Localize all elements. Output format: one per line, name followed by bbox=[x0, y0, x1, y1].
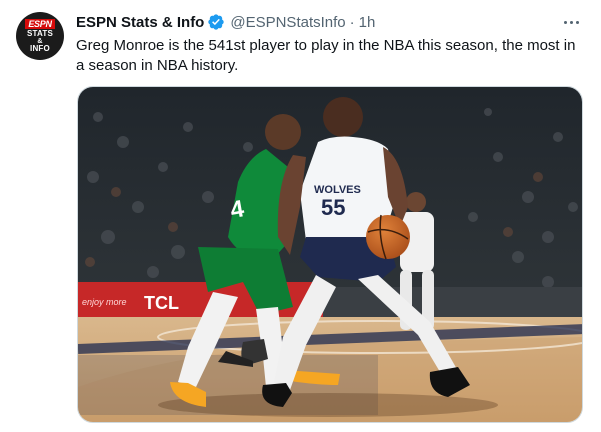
verified-badge-icon bbox=[207, 13, 225, 31]
author-avatar[interactable]: ESPN STATS & INFO bbox=[16, 12, 64, 60]
ad-text: enjoy more bbox=[82, 297, 127, 307]
sponsor-logo: TCL bbox=[144, 293, 179, 313]
tweet-header: ESPN Stats & Info @ESPNStatsInfo · 1h bbox=[76, 12, 375, 32]
tweet-timestamp[interactable]: 1h bbox=[359, 14, 376, 31]
tweet-card[interactable]: ESPN STATS & INFO ESPN Stats & Info @ESP… bbox=[0, 0, 601, 432]
basketball-photo: enjoy more TCL 4 WOLVES 55 bbox=[78, 87, 582, 422]
author-handle[interactable]: @ESPNStatsInfo bbox=[230, 14, 345, 31]
tweet-text: Greg Monroe is the 541st player to play … bbox=[76, 37, 576, 74]
tweet-photo[interactable]: enjoy more TCL 4 WOLVES 55 bbox=[77, 86, 583, 423]
espn-logo-text: ESPN bbox=[25, 19, 55, 29]
author-name[interactable]: ESPN Stats & Info bbox=[76, 14, 204, 31]
separator-dot: · bbox=[349, 13, 355, 31]
avatar-line-info: INFO bbox=[30, 44, 50, 53]
more-options-icon[interactable] bbox=[559, 12, 583, 32]
basketball bbox=[366, 215, 410, 259]
wolves-jersey-number: 55 bbox=[321, 195, 345, 220]
avatar-line-stats: STATS bbox=[26, 29, 54, 38]
